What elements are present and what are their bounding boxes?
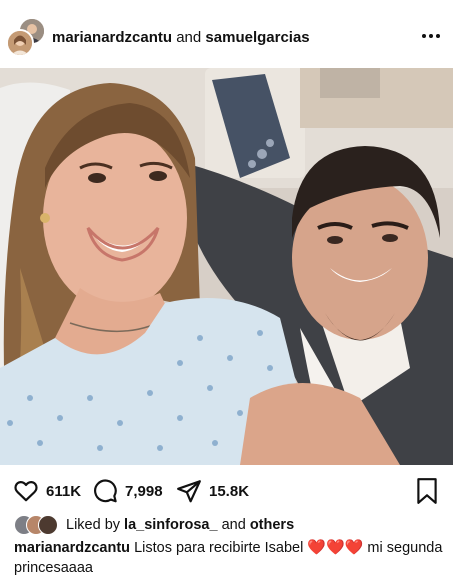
author-connector: and <box>176 29 202 46</box>
liker-avatars <box>14 515 64 535</box>
heart-emoji-icon: ❤️❤️❤️ <box>307 538 364 556</box>
heart-icon <box>13 478 39 504</box>
liked-by-connector: and <box>221 517 246 533</box>
post-photo[interactable] <box>0 68 453 465</box>
liked-by-prefix: Liked by <box>66 517 121 533</box>
like-button[interactable]: 611K <box>13 478 81 504</box>
send-icon <box>176 478 202 504</box>
liked-by-text: Liked by la_sinforosa_ and others <box>66 517 294 533</box>
bookmark-icon[interactable] <box>414 477 440 505</box>
caption-text: Listos para recibirte Isabel <box>134 540 304 556</box>
liked-by-row: Liked by la_sinforosa_ and others <box>0 514 453 536</box>
comment-icon <box>92 478 118 504</box>
shares-count: 15.8K <box>209 482 250 500</box>
avatar[interactable] <box>6 29 34 57</box>
caption-username[interactable]: marianardzcantu <box>14 540 130 556</box>
post-caption: marianardzcantu Listos para recibirte Is… <box>14 537 444 578</box>
post-authors: marianardzcantu and samuelgarcias <box>52 29 310 47</box>
action-bar: 611K 7,998 15.8K <box>0 466 453 516</box>
ellipsis-icon[interactable] <box>419 24 443 48</box>
comment-button[interactable]: 7,998 <box>92 478 163 504</box>
comments-count: 7,998 <box>125 482 163 500</box>
author-username-secondary[interactable]: samuelgarcias <box>205 29 309 46</box>
share-button[interactable]: 15.8K <box>176 478 249 504</box>
likes-count: 611K <box>46 482 82 500</box>
author-username-primary[interactable]: marianardzcantu <box>52 29 172 46</box>
liked-by-others[interactable]: others <box>250 517 294 533</box>
post-header: marianardzcantu and samuelgarcias <box>0 0 453 68</box>
liked-by-user[interactable]: la_sinforosa_ <box>124 517 218 533</box>
author-avatars[interactable] <box>6 17 46 57</box>
avatar <box>38 515 58 535</box>
